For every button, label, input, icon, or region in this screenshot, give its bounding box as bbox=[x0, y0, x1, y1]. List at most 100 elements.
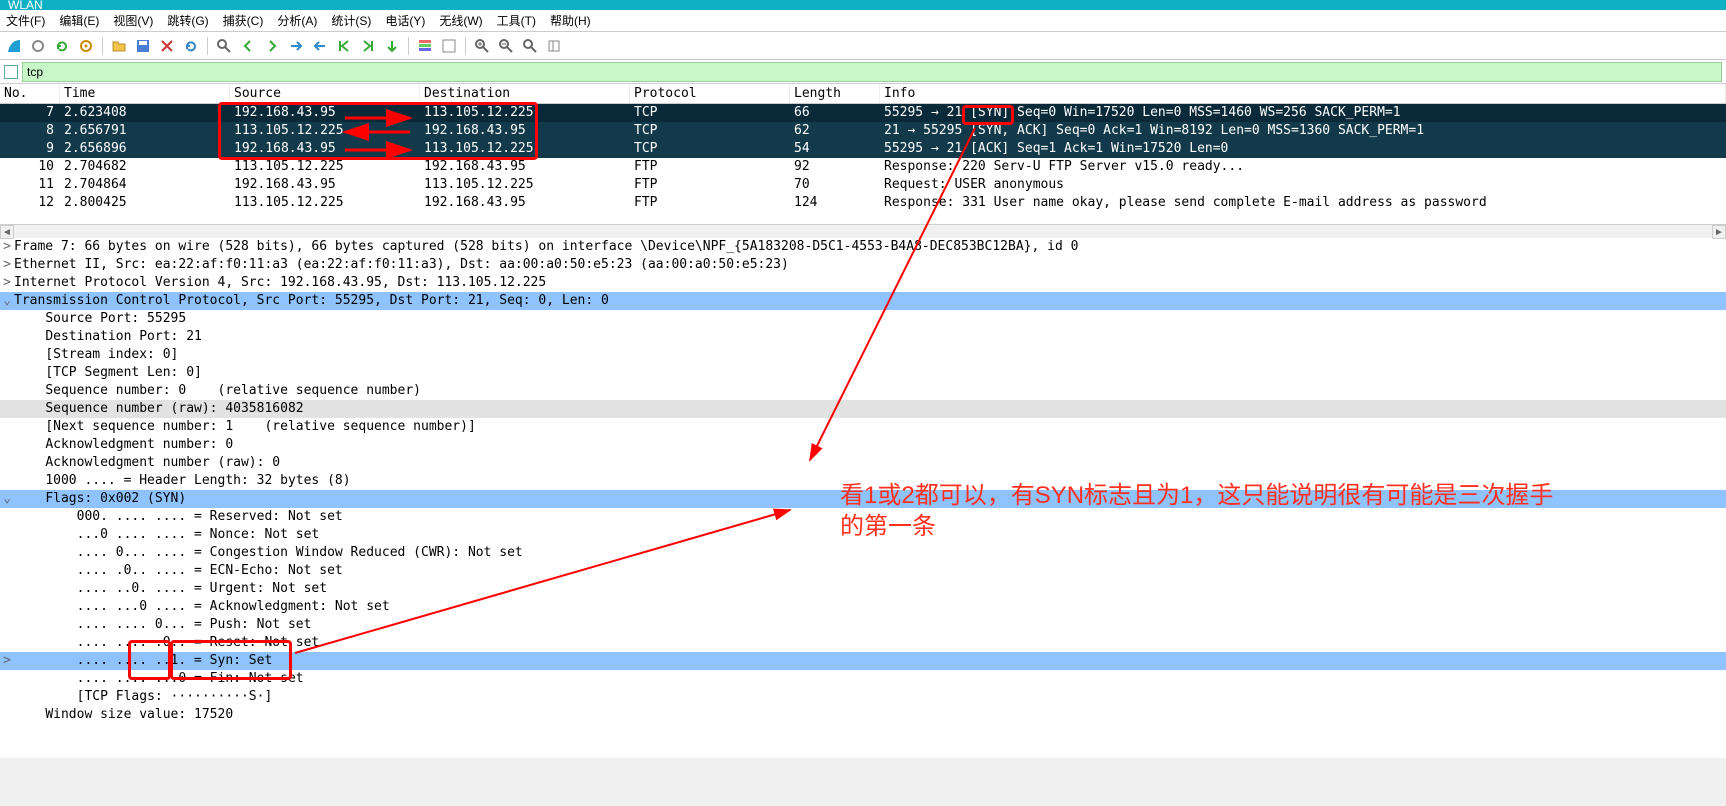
tree-spacer bbox=[0, 382, 14, 400]
detail-line[interactable]: ...0 .... .... = Nonce: Not set bbox=[0, 526, 1726, 544]
detail-line[interactable]: > .... .... ..1. = Syn: Set bbox=[0, 652, 1726, 670]
detail-text: Sequence number: 0 (relative sequence nu… bbox=[45, 383, 421, 398]
packet-cell-dst: 113.105.12.225 bbox=[420, 140, 630, 158]
detail-line[interactable]: Acknowledgment number (raw): 0 bbox=[0, 454, 1726, 472]
menu-analyze[interactable]: 分析(A) bbox=[277, 12, 317, 29]
expand-icon[interactable]: > bbox=[0, 256, 14, 274]
menu-help[interactable]: 帮助(H) bbox=[550, 12, 591, 29]
restart-icon[interactable] bbox=[52, 36, 72, 56]
scroll-left-icon[interactable]: ◄ bbox=[0, 225, 14, 239]
packet-row[interactable]: 112.704864192.168.43.95113.105.12.225FTP… bbox=[0, 176, 1726, 194]
detail-line[interactable]: >Internet Protocol Version 4, Src: 192.1… bbox=[0, 274, 1726, 292]
detail-line[interactable]: Source Port: 55295 bbox=[0, 310, 1726, 328]
shark-fin-icon[interactable] bbox=[4, 36, 24, 56]
last-icon[interactable] bbox=[358, 36, 378, 56]
jump-last-icon[interactable] bbox=[310, 36, 330, 56]
expand-icon[interactable]: > bbox=[0, 652, 14, 670]
detail-line[interactable]: 000. .... .... = Reserved: Not set bbox=[0, 508, 1726, 526]
expand-icon[interactable]: > bbox=[0, 274, 14, 292]
horizontal-scrollbar[interactable]: ◄ ► bbox=[0, 224, 1726, 238]
menu-capture[interactable]: 捕获(C) bbox=[223, 12, 264, 29]
menu-tools[interactable]: 工具(T) bbox=[497, 12, 536, 29]
col-header-len[interactable]: Length bbox=[790, 84, 880, 103]
detail-line[interactable]: ⌄Transmission Control Protocol, Src Port… bbox=[0, 292, 1726, 310]
menu-file[interactable]: 文件(F) bbox=[6, 12, 45, 29]
col-header-src[interactable]: Source bbox=[230, 84, 420, 103]
autoscroll-icon[interactable] bbox=[382, 36, 402, 56]
detail-line[interactable]: Window size value: 17520 bbox=[0, 706, 1726, 724]
close-icon[interactable] bbox=[157, 36, 177, 56]
menu-tele[interactable]: 电话(Y) bbox=[385, 12, 425, 29]
packet-row[interactable]: 102.704682113.105.12.225192.168.43.95FTP… bbox=[0, 158, 1726, 176]
packet-row[interactable]: 82.656791113.105.12.225192.168.43.95TCP6… bbox=[0, 122, 1726, 140]
find-icon[interactable] bbox=[214, 36, 234, 56]
zoom-out-icon[interactable] bbox=[496, 36, 516, 56]
window-title: WLAN bbox=[8, 0, 43, 10]
menu-wireless[interactable]: 无线(W) bbox=[439, 12, 482, 29]
detail-line[interactable]: Acknowledgment number: 0 bbox=[0, 436, 1726, 454]
detail-line[interactable]: .... 0... .... = Congestion Window Reduc… bbox=[0, 544, 1726, 562]
detail-text: Flags: 0x002 (SYN) bbox=[45, 491, 186, 506]
packet-cell-no: 12 bbox=[0, 194, 60, 212]
packet-cell-dst: 192.168.43.95 bbox=[420, 122, 630, 140]
zoom-reset-icon[interactable] bbox=[439, 36, 459, 56]
jump-icon[interactable] bbox=[286, 36, 306, 56]
detail-line[interactable]: 1000 .... = Header Length: 32 bytes (8) bbox=[0, 472, 1726, 490]
first-icon[interactable] bbox=[334, 36, 354, 56]
detail-line[interactable]: [Next sequence number: 1 (relative seque… bbox=[0, 418, 1726, 436]
detail-line[interactable]: .... .... ...0 = Fin: Not set bbox=[0, 670, 1726, 688]
detail-line[interactable]: Sequence number (raw): 4035816082 bbox=[0, 400, 1726, 418]
zoom-fit-icon[interactable] bbox=[520, 36, 540, 56]
packet-cell-src: 113.105.12.225 bbox=[230, 194, 420, 212]
detail-line[interactable]: [TCP Segment Len: 0] bbox=[0, 364, 1726, 382]
detail-line[interactable]: >Ethernet II, Src: ea:22:af:f0:11:a3 (ea… bbox=[0, 256, 1726, 274]
detail-line[interactable]: .... .... 0... = Push: Not set bbox=[0, 616, 1726, 634]
collapse-icon[interactable]: ⌄ bbox=[0, 292, 14, 310]
detail-line[interactable]: .... ..0. .... = Urgent: Not set bbox=[0, 580, 1726, 598]
reload-icon[interactable] bbox=[181, 36, 201, 56]
scroll-right-icon[interactable]: ► bbox=[1712, 225, 1726, 239]
menu-edit[interactable]: 编辑(E) bbox=[59, 12, 99, 29]
packet-details[interactable]: >Frame 7: 66 bytes on wire (528 bits), 6… bbox=[0, 238, 1726, 758]
detail-line[interactable]: >Frame 7: 66 bytes on wire (528 bits), 6… bbox=[0, 238, 1726, 256]
tree-spacer bbox=[0, 418, 14, 436]
detail-line[interactable]: ⌄ Flags: 0x002 (SYN) bbox=[0, 490, 1726, 508]
detail-line[interactable]: Sequence number: 0 (relative sequence nu… bbox=[0, 382, 1726, 400]
tree-spacer bbox=[0, 472, 14, 490]
filter-bookmark-icon[interactable] bbox=[4, 65, 18, 79]
menu-stats[interactable]: 统计(S) bbox=[331, 12, 371, 29]
detail-line[interactable]: .... .0.. .... = ECN-Echo: Not set bbox=[0, 562, 1726, 580]
display-filter-input[interactable] bbox=[22, 62, 1722, 82]
packet-row[interactable]: 72.623408192.168.43.95113.105.12.225TCP6… bbox=[0, 104, 1726, 122]
col-header-no[interactable]: No. bbox=[0, 84, 60, 103]
resize-cols-icon[interactable] bbox=[544, 36, 564, 56]
col-header-proto[interactable]: Protocol bbox=[630, 84, 790, 103]
circle-icon[interactable] bbox=[28, 36, 48, 56]
detail-line[interactable]: .... ...0 .... = Acknowledgment: Not set bbox=[0, 598, 1726, 616]
packet-list[interactable]: 72.623408192.168.43.95113.105.12.225TCP6… bbox=[0, 104, 1726, 224]
col-header-dst[interactable]: Destination bbox=[420, 84, 630, 103]
colorize-icon[interactable] bbox=[415, 36, 435, 56]
collapse-icon[interactable]: ⌄ bbox=[0, 490, 14, 508]
tree-spacer bbox=[0, 688, 14, 706]
col-header-info[interactable]: Info bbox=[880, 84, 1726, 103]
detail-line[interactable]: [TCP Flags: ··········S·] bbox=[0, 688, 1726, 706]
forward-icon[interactable] bbox=[262, 36, 282, 56]
packet-row[interactable]: 92.656896192.168.43.95113.105.12.225TCP5… bbox=[0, 140, 1726, 158]
detail-line[interactable]: [Stream index: 0] bbox=[0, 346, 1726, 364]
detail-text: 000. .... .... = Reserved: Not set bbox=[77, 509, 343, 524]
menu-view[interactable]: 视图(V) bbox=[113, 12, 153, 29]
detail-line[interactable]: .... .... .0.. = Reset: Not set bbox=[0, 634, 1726, 652]
options-icon[interactable] bbox=[76, 36, 96, 56]
col-header-time[interactable]: Time bbox=[60, 84, 230, 103]
save-icon[interactable] bbox=[133, 36, 153, 56]
detail-text: [TCP Flags: ··········S·] bbox=[77, 689, 273, 704]
menu-go[interactable]: 跳转(G) bbox=[167, 12, 208, 29]
zoom-in-icon[interactable] bbox=[472, 36, 492, 56]
open-icon[interactable] bbox=[109, 36, 129, 56]
back-icon[interactable] bbox=[238, 36, 258, 56]
detail-text: .... 0... .... = Congestion Window Reduc… bbox=[77, 545, 523, 560]
expand-icon[interactable]: > bbox=[0, 238, 14, 256]
detail-line[interactable]: Destination Port: 21 bbox=[0, 328, 1726, 346]
packet-row[interactable]: 122.800425113.105.12.225192.168.43.95FTP… bbox=[0, 194, 1726, 212]
